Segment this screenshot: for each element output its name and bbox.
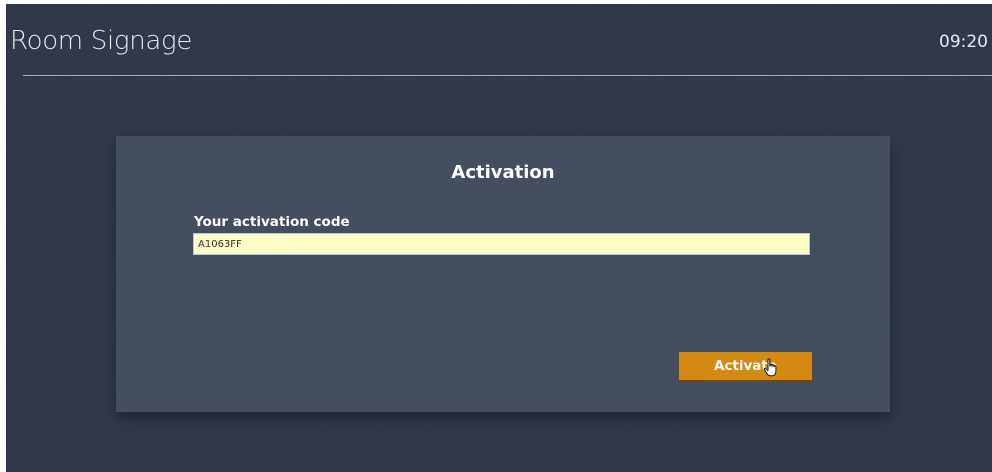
activation-panel: Activation Your activation code Activate (116, 136, 890, 412)
activate-button[interactable]: Activate (679, 352, 812, 382)
header-divider (23, 75, 992, 76)
clock: 09:20 (939, 32, 988, 52)
activation-code-input[interactable] (193, 233, 810, 255)
activation-code-label: Your activation code (194, 214, 350, 230)
panel-title: Activation (451, 162, 555, 183)
signage-screen: Room Signage 09:20 Activation Your activ… (6, 4, 992, 472)
app-title: Room Signage (10, 26, 193, 56)
